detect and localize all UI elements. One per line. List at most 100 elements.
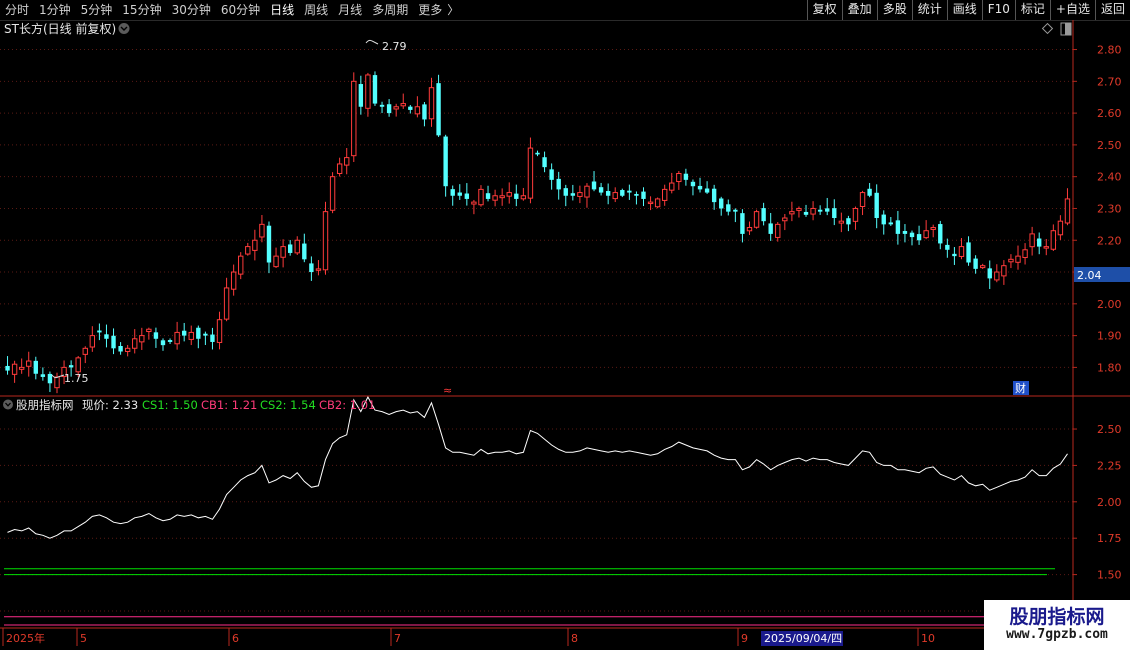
candle-body bbox=[973, 258, 978, 269]
period-tab-7[interactable]: 周线 bbox=[299, 0, 333, 20]
candle-body bbox=[542, 157, 547, 168]
candle-body bbox=[994, 271, 1000, 281]
cs1-label: CS1: 1.50 bbox=[142, 398, 198, 412]
price-tick-label: 2.20 bbox=[1097, 234, 1122, 247]
candle-body bbox=[450, 189, 455, 196]
candle-body bbox=[789, 211, 795, 215]
toolbar: 分时 1分钟 5分钟 15分钟 30分钟 60分钟 日线 周线 月线 多周期 更多〉 复权 叠加 多股统… bbox=[0, 0, 1130, 21]
candle-body bbox=[329, 176, 336, 211]
candle-body bbox=[746, 227, 753, 232]
diamond-icon[interactable] bbox=[1041, 22, 1054, 35]
toolbar-button-1[interactable]: 叠加 bbox=[841, 0, 877, 20]
candle-body bbox=[336, 163, 343, 174]
candle-body bbox=[196, 327, 201, 339]
more-arrow-icon[interactable]: 〉 bbox=[447, 0, 464, 20]
toolbar-button-8[interactable]: 返回 bbox=[1094, 0, 1130, 20]
candle-body bbox=[761, 208, 766, 222]
time-label-2: 6 bbox=[232, 632, 239, 645]
current-price-label: 2.04 bbox=[1077, 269, 1102, 282]
candle-body bbox=[245, 246, 251, 255]
time-label-3: 7 bbox=[394, 632, 401, 645]
toolbar-button-0[interactable]: 复权 bbox=[806, 0, 842, 20]
period-tab-5[interactable]: 60分钟 bbox=[216, 0, 265, 20]
period-tab-3[interactable]: 15分钟 bbox=[117, 0, 166, 20]
candle-body bbox=[676, 173, 682, 183]
candle-body bbox=[315, 268, 322, 271]
candle-body bbox=[605, 191, 611, 196]
candle-body bbox=[987, 268, 992, 279]
toolbar-button-5[interactable]: F10 bbox=[981, 0, 1015, 20]
candle-body bbox=[18, 366, 25, 370]
indicator-tick-label: 2.00 bbox=[1097, 496, 1122, 509]
toolbar-buttons: 复权 叠加 多股 统计 画线 F10 标记 +自选 返回 bbox=[806, 0, 1130, 20]
period-tab-9[interactable]: 多周期 bbox=[367, 0, 413, 20]
high-price-label: 2.79 bbox=[382, 40, 407, 53]
candle-body bbox=[733, 209, 738, 212]
grid-lines bbox=[0, 49, 1073, 612]
candle-body bbox=[54, 376, 60, 389]
candle-body bbox=[344, 157, 350, 166]
toolbar-button-3[interactable]: 统计 bbox=[911, 0, 947, 20]
candle-body bbox=[704, 188, 710, 193]
cursor-date-label: 2025/09/04/四 bbox=[764, 632, 842, 645]
candle-body bbox=[124, 347, 131, 352]
kline-chart[interactable]: 2.802.702.602.502.402.302.202.102.001.90… bbox=[0, 20, 1130, 650]
period-tab-8[interactable]: 月线 bbox=[333, 0, 367, 20]
candle-body bbox=[1029, 233, 1035, 248]
finance-badge-label: 财 bbox=[1015, 381, 1026, 395]
candle-body bbox=[556, 178, 561, 190]
candle-body bbox=[768, 223, 773, 234]
candle-body bbox=[252, 239, 258, 251]
candle-body bbox=[302, 243, 307, 260]
candle-body bbox=[832, 208, 837, 218]
toolbar-button-6[interactable]: 标记 bbox=[1014, 0, 1050, 20]
candle-body bbox=[902, 231, 908, 234]
candle-body bbox=[1037, 238, 1042, 247]
candle-body bbox=[365, 74, 371, 109]
candle-body bbox=[471, 201, 477, 205]
candle-body bbox=[520, 195, 527, 200]
toolbar-button-7[interactable]: +自选 bbox=[1049, 0, 1095, 20]
candle-body bbox=[930, 227, 936, 230]
candle-body bbox=[414, 106, 421, 115]
candle-body bbox=[11, 363, 18, 375]
period-tab-1[interactable]: 1分钟 bbox=[34, 0, 76, 20]
candle-body bbox=[358, 84, 364, 107]
candle-body bbox=[82, 347, 88, 355]
candle-body bbox=[740, 213, 745, 234]
candle-body bbox=[662, 188, 668, 201]
candle-body bbox=[1064, 198, 1071, 224]
candle-body bbox=[5, 365, 10, 371]
candle-body bbox=[238, 255, 244, 275]
event-marker-icon[interactable]: ≈ bbox=[443, 384, 452, 397]
period-tab-10[interactable]: 更多 bbox=[413, 0, 447, 20]
candle-body bbox=[570, 193, 576, 196]
candle-body bbox=[938, 224, 943, 244]
cs2-label: CS2: 1.54 bbox=[260, 398, 316, 412]
period-tab-6[interactable]: 日线 bbox=[265, 0, 299, 20]
candle-body bbox=[393, 106, 399, 110]
price-tick-label: 1.90 bbox=[1097, 330, 1122, 343]
candle-body bbox=[895, 220, 901, 234]
candle-body bbox=[146, 328, 152, 333]
candle-body bbox=[68, 365, 74, 368]
candle-body bbox=[485, 193, 491, 199]
candle-body bbox=[810, 207, 816, 215]
price-tick-label: 1.80 bbox=[1097, 361, 1122, 374]
toolbar-button-2[interactable]: 多股 bbox=[876, 0, 912, 20]
period-tab-2[interactable]: 5分钟 bbox=[76, 0, 118, 20]
toolbar-button-4[interactable]: 画线 bbox=[946, 0, 982, 20]
candle-body bbox=[881, 214, 886, 225]
candle-body bbox=[89, 335, 96, 348]
period-tab-0[interactable]: 分时 bbox=[0, 0, 34, 20]
period-tab-4[interactable]: 30分钟 bbox=[167, 0, 216, 20]
price-tick-label: 2.40 bbox=[1097, 171, 1122, 184]
title-menu-icon[interactable] bbox=[118, 23, 130, 34]
indicator-menu-icon[interactable] bbox=[3, 399, 13, 410]
panel-toggle-fill bbox=[1065, 23, 1071, 35]
price-tick-label: 2.00 bbox=[1097, 298, 1122, 311]
price-tick-label: 2.80 bbox=[1097, 44, 1122, 57]
candle-body bbox=[719, 198, 724, 209]
candle-body bbox=[33, 360, 38, 374]
time-label-5: 9 bbox=[741, 632, 748, 645]
